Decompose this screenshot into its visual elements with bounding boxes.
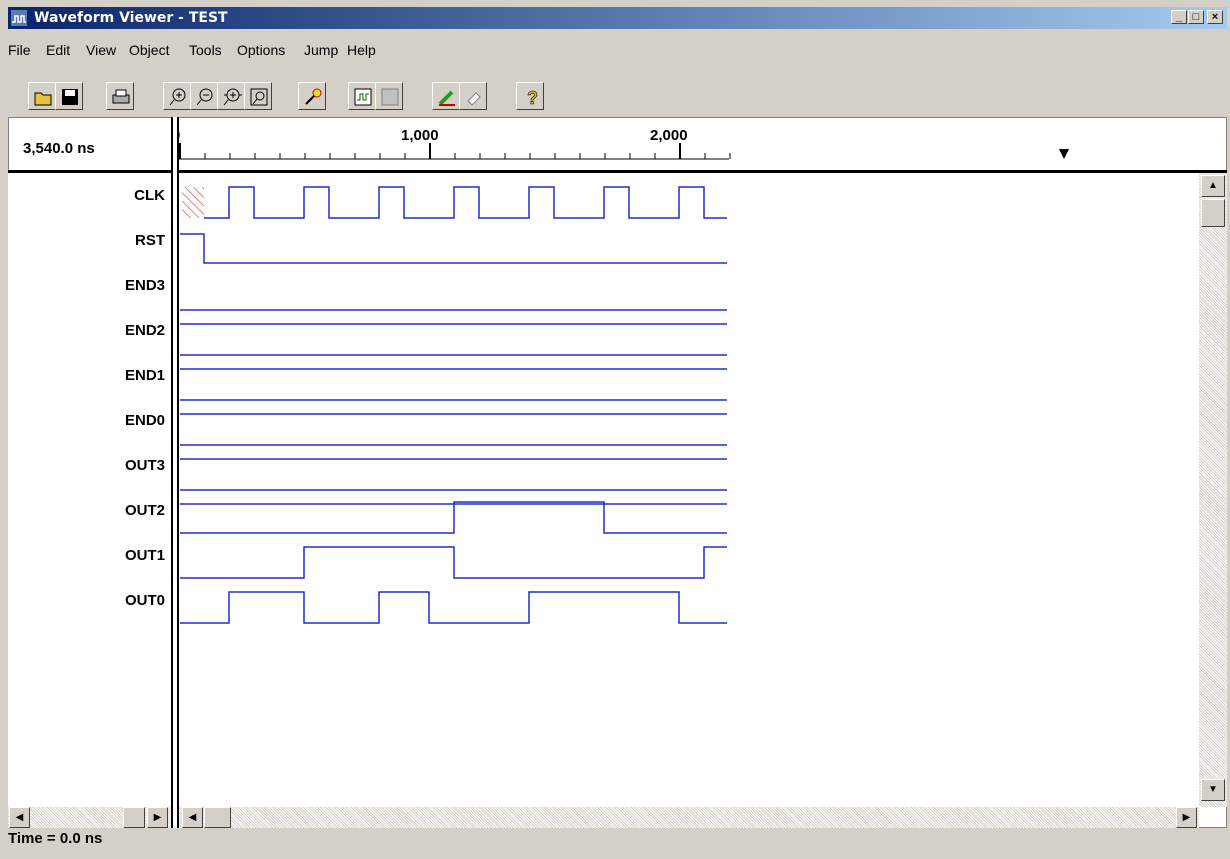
wave-scroll-thumb[interactable]: [204, 807, 231, 828]
signal-name-clk[interactable]: CLK: [134, 187, 165, 204]
close-button[interactable]: ×: [1207, 10, 1223, 24]
waveform-out0: [180, 591, 727, 624]
status-time: Time = 0.0 ns: [8, 830, 103, 847]
print-icon: [112, 89, 130, 104]
panel-splitter[interactable]: [171, 117, 179, 828]
names-horizontal-scrollbar[interactable]: ◀ ▶: [8, 807, 171, 828]
tick-label-1000: 1,000: [401, 127, 439, 144]
svg-text:?: ?: [527, 88, 538, 107]
signal-name-out3[interactable]: OUT3: [125, 457, 165, 474]
names-scroll-thumb[interactable]: [123, 807, 145, 828]
tick-label-2000: 2,000: [650, 127, 688, 144]
zoom-in-button[interactable]: [163, 82, 191, 110]
app-icon: [11, 10, 27, 26]
cursor-time-readout: 3,540.0 ns: [23, 140, 95, 157]
menu-view[interactable]: View: [86, 42, 116, 58]
signal-name-rst[interactable]: RST: [135, 232, 165, 249]
waveform-out1: [180, 546, 727, 579]
waveform-end3: [180, 309, 727, 325]
menu-object[interactable]: Object: [129, 42, 169, 58]
window-title: Waveform Viewer - TEST: [34, 10, 228, 26]
scroll-up-button[interactable]: ▲: [1201, 175, 1225, 197]
waveform-end1: [180, 399, 727, 415]
title-bar: Waveform Viewer - TEST _ □ ×: [8, 7, 1227, 29]
zoom-area-button[interactable]: [217, 82, 245, 110]
time-ruler[interactable]: [179, 117, 1227, 170]
pencil-button[interactable]: [432, 82, 460, 110]
signal-name-end0[interactable]: END0: [125, 412, 165, 429]
help-icon: ?: [527, 88, 539, 107]
waveform-end0: [180, 444, 727, 460]
menu-file[interactable]: File: [8, 42, 31, 58]
pencil-icon: [438, 90, 455, 106]
wave-scroll-left-button[interactable]: ◀: [182, 807, 203, 828]
zoom-fit-icon: [250, 88, 268, 106]
save-icon: [62, 89, 78, 105]
eraser-button[interactable]: [459, 82, 487, 110]
menu-tools[interactable]: Tools: [189, 42, 222, 58]
waveform-view-icon: [354, 88, 372, 106]
waveform-viewer-window: Waveform Viewer - TEST _ □ × File Edit V…: [0, 0, 1230, 859]
open-button[interactable]: [28, 82, 56, 110]
grid-view-button[interactable]: [375, 82, 403, 110]
print-button[interactable]: [106, 82, 134, 110]
vertical-scroll-thumb[interactable]: [1201, 199, 1225, 227]
zoom-out-button[interactable]: [190, 82, 218, 110]
wizard-icon: [305, 88, 322, 105]
vertical-scrollbar[interactable]: ▲ ▼: [1199, 173, 1227, 807]
save-button[interactable]: [55, 82, 83, 110]
zoom-out-icon: [196, 88, 213, 106]
waveform-horizontal-scrollbar[interactable]: ◀ ▶: [179, 807, 1199, 828]
waveform-view-button[interactable]: [348, 82, 376, 110]
minimize-button[interactable]: _: [1171, 10, 1187, 24]
menu-help[interactable]: Help: [347, 42, 376, 58]
maximize-button[interactable]: □: [1188, 10, 1204, 24]
open-icon: [34, 92, 52, 106]
signal-name-out1[interactable]: OUT1: [125, 547, 165, 564]
undefined-region-hatch: [182, 187, 204, 218]
scroll-down-button[interactable]: ▼: [1201, 779, 1225, 801]
waveform-area[interactable]: [179, 173, 1199, 807]
signal-name-out0[interactable]: OUT0: [125, 592, 165, 609]
eraser-icon: [467, 92, 481, 106]
menu-edit[interactable]: Edit: [46, 42, 70, 58]
zoom-area-icon: [223, 88, 242, 106]
waveform-clk: [204, 186, 727, 219]
wizard-button[interactable]: [298, 82, 326, 110]
signal-name-end1[interactable]: END1: [125, 367, 165, 384]
grid-view-icon: [381, 88, 399, 106]
zoom-fit-button[interactable]: [244, 82, 272, 110]
ruler-ticks: [179, 143, 731, 159]
names-scroll-right-button[interactable]: ▶: [147, 807, 168, 828]
waveform-out2: [180, 501, 727, 534]
wave-scroll-right-button[interactable]: ▶: [1176, 807, 1197, 828]
zoom-in-icon: [169, 88, 186, 106]
waveform-rst: [180, 233, 727, 264]
menu-jump[interactable]: Jump: [304, 42, 338, 58]
names-scroll-left-button[interactable]: ◀: [9, 807, 30, 828]
waveform-end2: [180, 354, 727, 370]
signal-names-panel: CLK RST END3 END2 END1 END0 OUT3 OUT2 OUT1 OUT0: [8, 173, 171, 807]
signal-name-out2[interactable]: OUT2: [125, 502, 165, 519]
help-button[interactable]: ?: [516, 82, 544, 110]
signal-name-end2[interactable]: END2: [125, 322, 165, 339]
menu-options[interactable]: Options: [237, 42, 285, 58]
waveforms: [180, 186, 727, 624]
cursor-marker-icon[interactable]: [1059, 149, 1069, 159]
signal-name-end3[interactable]: END3: [125, 277, 165, 294]
